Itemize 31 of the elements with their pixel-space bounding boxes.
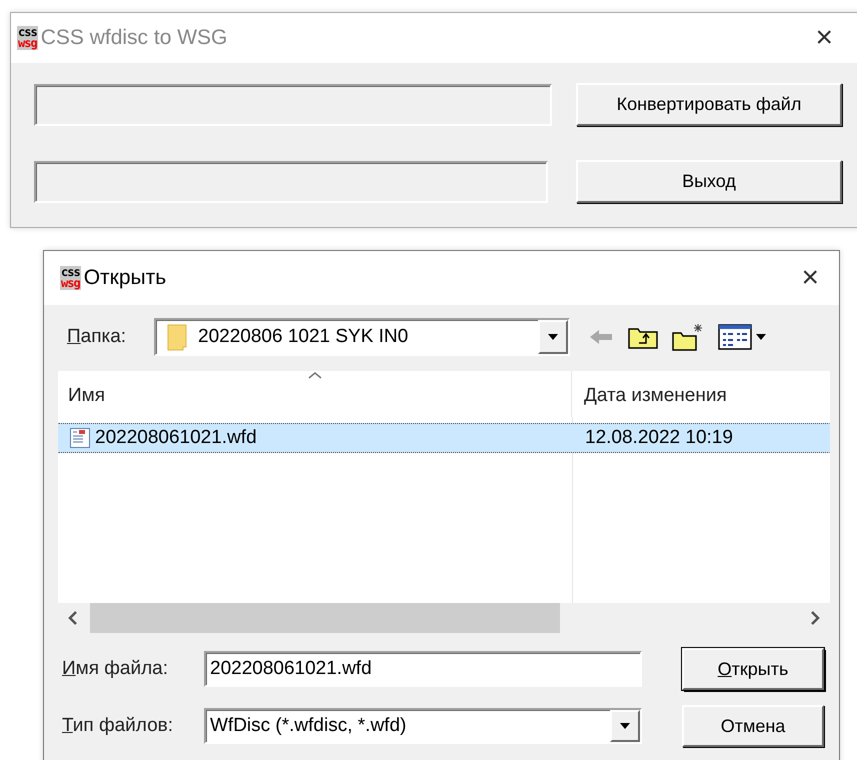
close-button[interactable]: ×: [815, 21, 833, 55]
sort-caret-icon: [306, 371, 322, 379]
dropdown-button[interactable]: [610, 710, 640, 742]
file-type-combo[interactable]: WfDisc (*.wfdisc, *.wfd): [204, 708, 642, 744]
caret-icon: [619, 722, 631, 730]
file-date: 12.08.2022 10:19: [584, 427, 733, 449]
open-button[interactable]: Открыть: [682, 648, 824, 690]
dropdown-button[interactable]: [538, 320, 568, 354]
view-menu-icon[interactable]: [718, 324, 768, 350]
action-button[interactable]: Выход: [576, 160, 842, 203]
action-button[interactable]: Конвертировать файл: [576, 83, 842, 126]
column-header[interactable]: Дата изменения: [572, 371, 830, 417]
close-button[interactable]: ×: [801, 261, 819, 295]
caret-icon: [547, 333, 559, 341]
file-name-field[interactable]: 202208061021.wfd: [204, 651, 642, 687]
window-title: CSS wfdisc to WSG: [40, 26, 228, 50]
folder-label: Папка:: [67, 326, 128, 348]
folder-combo[interactable]: 20220806 1021 SYK IN0: [154, 318, 570, 356]
text-field[interactable]: [34, 160, 548, 202]
app-logo: css wsg: [60, 266, 81, 290]
window-title: Открыть: [84, 266, 166, 290]
text-field[interactable]: [34, 84, 552, 126]
file-name-label: Имя файла:: [61, 658, 170, 680]
file-name: 202208061021.wfd: [95, 427, 257, 449]
file-icon: [69, 427, 91, 449]
file-row[interactable]: 202208061021.wfd 12.08.2022 10:19: [58, 423, 830, 453]
cancel-button[interactable]: Отмена: [682, 705, 824, 747]
column-header[interactable]: Имя: [58, 371, 572, 417]
file-type-label: Тип файлов:: [61, 715, 174, 737]
new-folder-icon[interactable]: [672, 323, 704, 351]
app-logo: css wsg: [17, 26, 38, 50]
